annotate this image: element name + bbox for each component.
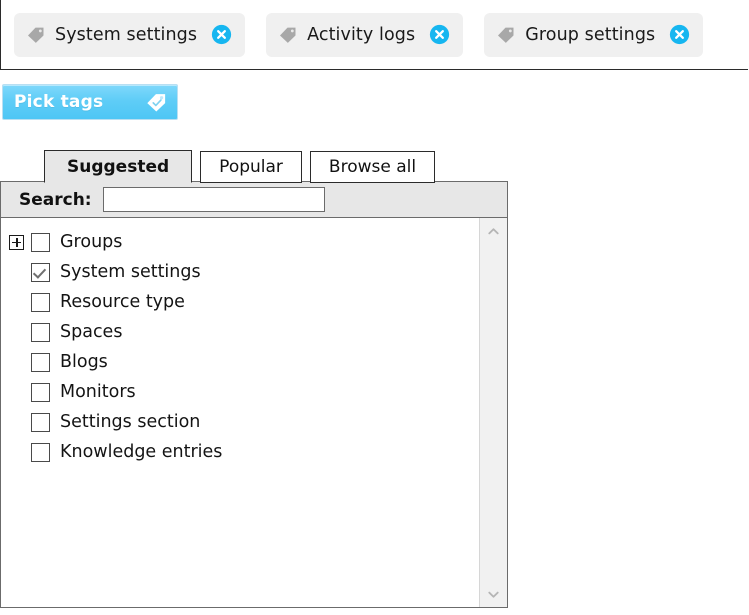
tag-checkbox[interactable] [31, 442, 50, 462]
tag-checkbox[interactable] [31, 352, 50, 372]
tag-list-item-label: Settings section [60, 412, 201, 432]
tag-list-item[interactable]: Groups [1, 227, 478, 257]
tag-list-scrollbar[interactable] [479, 218, 507, 607]
tag-check-icon [145, 91, 168, 114]
tag-picker-panel: Search: Groups System settings Resource ty… [0, 181, 508, 608]
tag-checkbox[interactable] [31, 262, 50, 282]
scrollbar-track[interactable] [480, 244, 507, 581]
expand-node-icon[interactable] [9, 234, 24, 250]
tag-checkbox[interactable] [31, 322, 50, 342]
tag-list-item[interactable]: Settings section [1, 407, 478, 437]
tag-icon [496, 25, 525, 45]
tag-list-item[interactable]: Monitors [1, 377, 478, 407]
remove-tag-icon[interactable] [197, 24, 232, 45]
tag-checkbox[interactable] [31, 382, 50, 402]
tab-browse-all[interactable]: Browse all [309, 151, 436, 183]
chevron-up-icon [486, 224, 501, 239]
tag-list-area: Groups System settings Resource type Spaces… [1, 218, 507, 607]
tag-list-item[interactable]: Resource type [1, 287, 478, 317]
tag-list-item[interactable]: Blogs [1, 347, 478, 377]
tag-list-item-label: Knowledge entries [60, 442, 223, 462]
tag-list-item-label: Monitors [60, 382, 136, 402]
pick-tags-button[interactable]: Pick tags [2, 84, 178, 120]
pick-tags-button-label: Pick tags [14, 92, 104, 112]
selected-tag-label: Activity logs [307, 24, 416, 45]
tag-list: Groups System settings Resource type Spaces… [1, 218, 478, 607]
tag-list-item-label: Blogs [60, 352, 108, 372]
selected-tags-bar: System settings Activity logs Group settin… [0, 0, 748, 70]
tag-list-item[interactable]: Spaces [1, 317, 478, 347]
remove-tag-icon[interactable] [415, 24, 450, 45]
tag-picker-screen: System settings Activity logs Group settin… [0, 0, 749, 615]
search-input[interactable] [102, 187, 325, 212]
search-row: Search: [1, 182, 507, 218]
remove-tag-icon[interactable] [655, 24, 690, 45]
tag-list-item-label: Groups [60, 232, 123, 252]
tag-list-item-label: Spaces [60, 322, 123, 342]
selected-tag-label: System settings [55, 24, 198, 45]
tag-checkbox[interactable] [31, 232, 50, 252]
tag-list-item[interactable]: System settings [1, 257, 478, 287]
tag-list-item-label: Resource type [60, 292, 185, 312]
tag-list-item[interactable]: Knowledge entries [1, 437, 478, 467]
chevron-down-icon [486, 587, 501, 602]
selected-tag-chip[interactable]: System settings [14, 12, 246, 57]
tab-popular[interactable]: Popular [200, 151, 302, 183]
tag-list-item-label: System settings [60, 262, 201, 282]
tag-checkbox[interactable] [31, 412, 50, 432]
selected-tag-chip[interactable]: Activity logs [266, 12, 464, 57]
scroll-down-button[interactable] [480, 581, 508, 607]
scroll-up-button[interactable] [480, 218, 508, 244]
tag-source-tabs: Suggested Popular Browse all [44, 150, 443, 183]
selected-tag-chip[interactable]: Group settings [484, 12, 704, 57]
tag-checkbox[interactable] [31, 292, 50, 312]
tab-suggested[interactable]: Suggested [44, 150, 193, 183]
selected-tag-label: Group settings [525, 24, 656, 45]
tag-icon [26, 25, 55, 45]
tag-icon [278, 25, 307, 45]
search-label: Search: [19, 189, 92, 210]
